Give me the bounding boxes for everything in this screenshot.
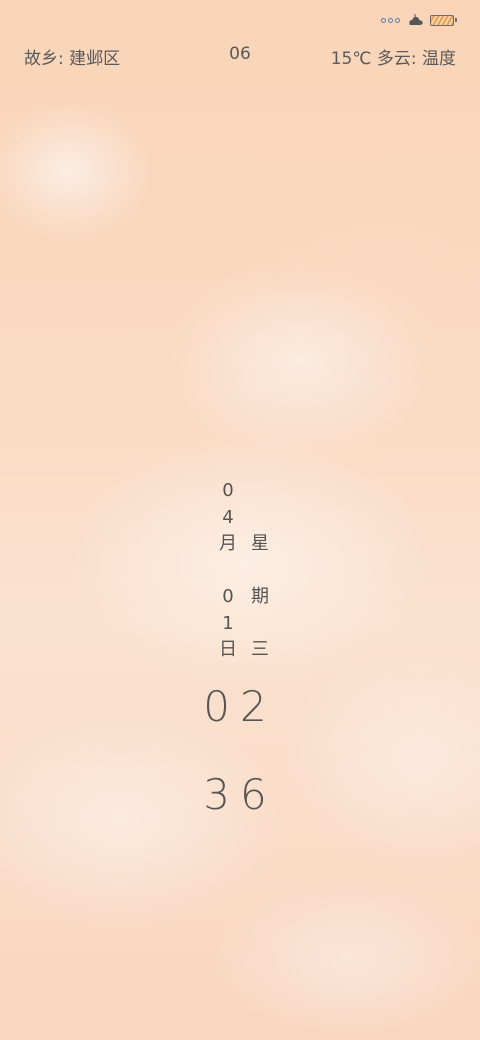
weekday-char-3: 三 (251, 639, 269, 660)
status-bar (381, 10, 457, 30)
weather-label[interactable]: 15℃ 多云: 温度 (331, 44, 456, 69)
month-digit-1: 0 (222, 480, 234, 501)
battery-icon (430, 14, 457, 26)
date-spacer (217, 558, 239, 585)
weekday-spacer-3 (249, 558, 271, 585)
weekday-spacer-2 (249, 505, 271, 532)
clock-hours: 02 (203, 682, 277, 731)
month-digit-2: 4 (222, 506, 234, 528)
cloud-icon (409, 14, 423, 25)
day-digit-2: 1 (222, 612, 234, 634)
day-digit-1: 0 (222, 586, 234, 607)
month-char: 月 (219, 533, 237, 554)
signal-dots-icon (381, 17, 400, 23)
day-char: 日 (219, 639, 237, 660)
weekday-column: 星 期 三 (249, 478, 271, 664)
header-bar: 故乡: 建邺区 06 15℃ 多云: 温度 (24, 44, 456, 74)
vertical-date: 0 4 月 0 1 日 星 期 三 (217, 478, 271, 664)
weekday-spacer-1 (249, 478, 271, 505)
clock-minutes: 36 (203, 770, 277, 819)
weekday-spacer-4 (249, 611, 271, 638)
weekday-char-1: 星 (251, 533, 269, 554)
month-day-column: 0 4 月 0 1 日 (217, 478, 239, 664)
weekday-char-2: 期 (251, 586, 269, 607)
